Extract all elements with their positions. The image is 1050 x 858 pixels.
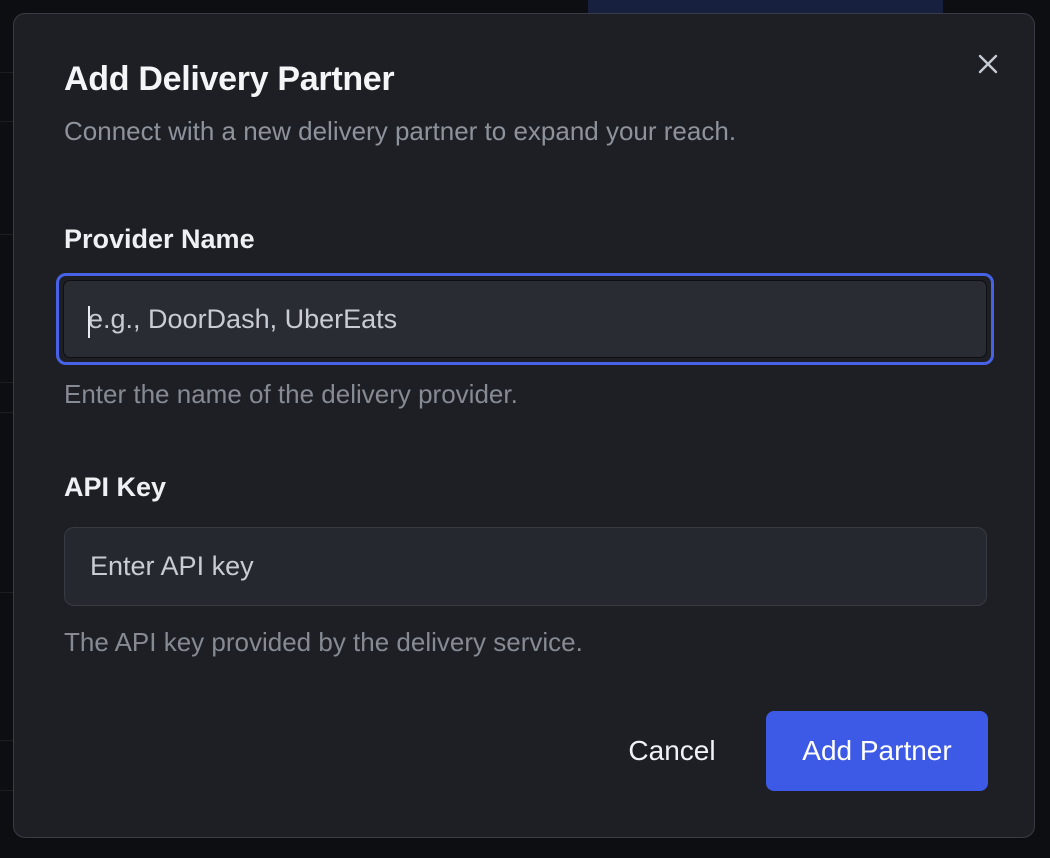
background-divider [0, 121, 14, 122]
background-divider [0, 234, 14, 235]
background-divider [0, 740, 14, 741]
dialog-title: Add Delivery Partner [64, 60, 395, 98]
api-key-help: The API key provided by the delivery ser… [64, 627, 583, 657]
provider-name-label: Provider Name [64, 224, 255, 254]
cancel-button[interactable]: Cancel [612, 711, 732, 791]
background-divider [0, 412, 14, 413]
provider-name-input-box[interactable]: e.g., DoorDash, UberEats [63, 280, 987, 358]
api-key-input[interactable]: Enter API key [64, 527, 987, 606]
add-partner-button[interactable]: Add Partner [766, 711, 988, 791]
background-divider [0, 790, 14, 791]
provider-name-input[interactable]: e.g., DoorDash, UberEats [56, 273, 994, 365]
api-key-placeholder: Enter API key [90, 551, 254, 581]
text-caret [88, 306, 90, 338]
provider-name-placeholder: e.g., DoorDash, UberEats [88, 303, 398, 334]
close-icon [978, 54, 998, 74]
dialog-subtitle: Connect with a new delivery partner to e… [64, 116, 737, 146]
provider-name-help: Enter the name of the delivery provider. [64, 379, 518, 409]
api-key-label: API Key [64, 472, 167, 502]
close-button[interactable] [974, 50, 1002, 78]
add-partner-dialog: Add Delivery Partner Connect with a new … [13, 13, 1035, 838]
background-divider [0, 382, 14, 383]
background-accent-bar [588, 0, 943, 14]
background-divider [0, 72, 14, 73]
background-divider [0, 592, 14, 593]
